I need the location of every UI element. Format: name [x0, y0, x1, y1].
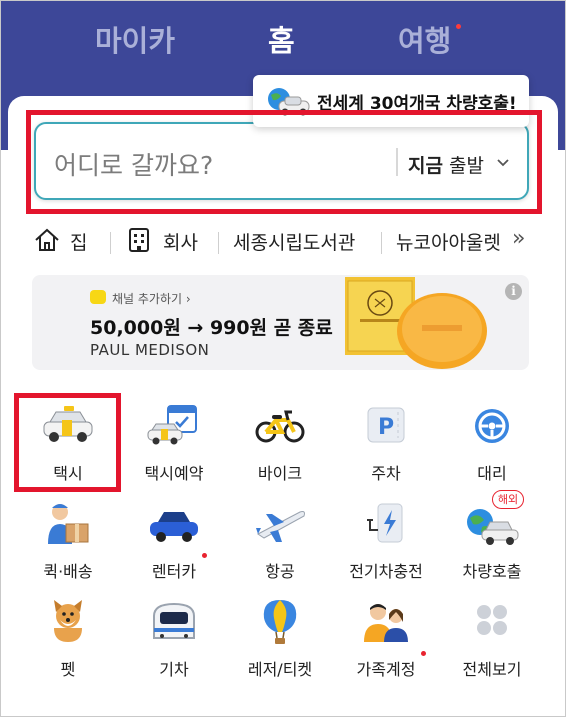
places-more-button[interactable]: »: [512, 226, 525, 251]
service-taxi-reservation[interactable]: 택시예약: [126, 402, 222, 490]
place-favorite-2[interactable]: 뉴코아아울렛: [396, 228, 501, 255]
place-favorite-1[interactable]: 세종시립도서관: [233, 228, 355, 255]
ad-brand: PAUL MEDISON: [90, 341, 210, 359]
ad-info-icon[interactable]: i: [505, 283, 522, 300]
service-label: 펫: [60, 660, 76, 679]
service-delivery[interactable]: 퀵·배송: [20, 500, 116, 588]
service-leisure-ticket[interactable]: 레저/티켓: [232, 598, 328, 686]
family-account-new-dot: [421, 651, 426, 656]
taxi-highlight-box: [14, 393, 121, 492]
search-highlight-box: [26, 110, 542, 214]
service-label: 가족계정: [356, 660, 416, 679]
service-label: 퀵·배송: [43, 562, 93, 581]
service-label: 항공: [265, 562, 295, 581]
building-icon: [129, 228, 149, 252]
soap-product-image: [345, 277, 487, 369]
tab-travel-new-dot: [456, 24, 461, 29]
taxi-reservation-icon: [147, 405, 197, 445]
service-label: 택시예약: [144, 464, 204, 483]
place-separator: [110, 232, 111, 254]
service-label: 주차: [371, 464, 401, 483]
bike-icon: [255, 410, 305, 443]
delivery-icon: [48, 504, 89, 544]
service-label: 바이크: [257, 464, 303, 483]
service-train[interactable]: 기차: [126, 598, 222, 686]
service-parking[interactable]: P 주차: [338, 402, 434, 490]
quick-places-row: 집 회사 세종시립도서관 뉴코아아울렛: [28, 222, 553, 260]
home-icon: [35, 228, 59, 251]
place-home[interactable]: 집: [70, 228, 87, 255]
kakao-talk-icon: [90, 290, 106, 304]
service-airline[interactable]: 항공: [232, 500, 328, 588]
service-pet[interactable]: 펫: [20, 598, 116, 686]
service-label: 전체보기: [462, 660, 522, 679]
place-separator: [381, 232, 382, 254]
driver-icon: [475, 409, 509, 443]
service-label: 차량호출: [462, 562, 522, 581]
service-view-all[interactable]: 전체보기: [444, 598, 540, 686]
balloon-icon: [263, 600, 297, 644]
airplane-icon: [256, 511, 305, 542]
tab-mycar[interactable]: 마이카: [95, 18, 175, 60]
service-label: 대리: [477, 464, 507, 483]
service-ev-charge[interactable]: 전기차충전: [338, 500, 434, 588]
service-bike[interactable]: 바이크: [232, 402, 328, 490]
family-icon: [364, 604, 408, 642]
service-driver[interactable]: 대리: [444, 402, 540, 490]
rental-car-new-dot: [202, 553, 207, 558]
ad-title: 50,000원 → 990원 곧 종료: [90, 317, 333, 339]
pet-icon: [54, 600, 82, 642]
tab-home[interactable]: 홈: [268, 18, 295, 60]
ev-charge-icon: [367, 503, 403, 543]
svg-text:P: P: [378, 415, 394, 440]
service-label: 렌터카: [151, 562, 197, 581]
tab-travel[interactable]: 여행: [398, 18, 451, 60]
ad-banner[interactable]: 채널 추가하기 › 50,000원 → 990원 곧 종료 PAUL MEDIS…: [32, 275, 529, 370]
overseas-badge: 해외: [492, 490, 524, 509]
service-label: 기차: [159, 660, 189, 679]
parking-icon: P: [367, 407, 405, 443]
service-global-ride[interactable]: 차량호출: [444, 500, 540, 588]
service-label: 레저/티켓: [247, 660, 313, 679]
place-office[interactable]: 회사: [163, 228, 198, 255]
grid-icon: [477, 605, 507, 635]
service-family-account[interactable]: 가족계정: [338, 598, 434, 686]
rental-car-icon: [150, 512, 198, 542]
ad-channel-link[interactable]: 채널 추가하기 ›: [112, 290, 191, 307]
train-icon: [153, 602, 195, 639]
place-separator: [218, 232, 219, 254]
service-rental-car[interactable]: 렌터카: [126, 500, 222, 588]
service-label: 전기차충전: [349, 562, 423, 581]
